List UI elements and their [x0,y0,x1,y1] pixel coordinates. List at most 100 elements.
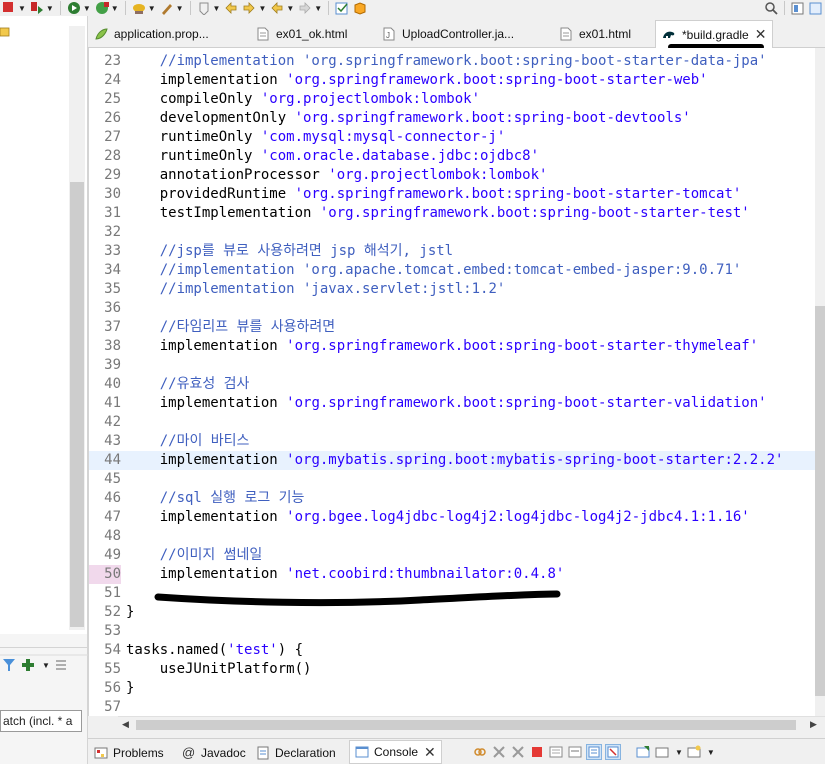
chevron-down-icon[interactable]: ▼ [42,661,50,670]
java-ee-button[interactable] [351,0,369,16]
chevron-down-icon[interactable]: ▼ [675,748,683,757]
code-line[interactable]: 50 implementation 'net.coobird:thumbnail… [89,565,825,584]
code-line[interactable]: 41 implementation 'org.springframework.b… [89,394,825,413]
run-button[interactable]: ▼ [65,0,93,16]
vertical-scrollbar[interactable] [69,26,85,630]
open-task-button[interactable] [333,0,351,16]
tab-declaration[interactable]: Declaration [256,744,336,762]
code-line[interactable]: 37 //타임리프 뷰를 사용하려면 [89,318,825,337]
code-line[interactable]: 24 implementation 'org.springframework.b… [89,71,825,90]
close-icon[interactable]: ✕ [424,744,436,761]
code-string: 'com.oracle.database.jdbc:ojdbc8' [260,148,540,164]
code-line[interactable]: 26 developmentOnly 'org.springframework.… [89,109,825,128]
stop-button[interactable]: ▼ [0,0,28,16]
clear-console-icon[interactable] [548,744,564,760]
java-perspective-button[interactable] [807,0,825,16]
code-line[interactable]: 31 testImplementation 'org.springframewo… [89,204,825,223]
scroll-lock-icon[interactable] [567,744,583,760]
code-line[interactable]: 30 providedRuntime 'org.springframework.… [89,185,825,204]
code-line[interactable]: 39 [89,356,825,375]
display-console-icon[interactable] [635,744,651,760]
chevron-down-icon[interactable]: ▼ [707,748,715,757]
code-editor[interactable]: 23 //implementation 'org.springframework… [88,48,825,716]
scroll-right-icon[interactable]: ▶ [810,719,817,730]
code-line[interactable]: 48 [89,527,825,546]
code-line[interactable]: 34 //implementation 'org.apache.tomcat.e… [89,261,825,280]
code-line[interactable]: 42 [89,413,825,432]
code-line[interactable]: 28 runtimeOnly 'com.oracle.database.jdbc… [89,147,825,166]
code-line[interactable]: 38 implementation 'org.springframework.b… [89,337,825,356]
view-menu-icon[interactable] [54,658,68,672]
tab-ex01-ok-html[interactable]: ex01_ok.html [256,23,347,45]
code-line[interactable]: 57 [89,698,825,716]
code-line[interactable]: 49 //이미지 썸네일 [89,546,825,565]
code-line[interactable]: 27 runtimeOnly 'com.mysql:mysql-connecto… [89,128,825,147]
code-line[interactable]: 51 [89,584,825,603]
tab-javadoc[interactable]: @ Javadoc [182,744,246,762]
code-line[interactable]: 35 //implementation 'javax.servlet:jstl:… [89,280,825,299]
filter-icon[interactable] [2,658,16,672]
open-console-icon[interactable] [686,744,702,760]
code-line[interactable]: 53 [89,622,825,641]
previous-annotation-button[interactable] [222,0,240,16]
search-file-button[interactable]: ▼ [130,0,158,16]
chevron-down-icon[interactable]: ▼ [213,4,221,13]
chevron-down-icon[interactable]: ▼ [83,4,91,13]
tab-console[interactable]: Console ✕ [349,740,442,764]
chevron-down-icon[interactable]: ▼ [176,4,184,13]
code-line[interactable]: 52} [89,603,825,622]
scrollbar-thumb[interactable] [136,720,796,730]
open-perspective-button[interactable] [789,0,807,16]
next-annotation-button[interactable]: ▼ [195,0,223,16]
chevron-down-icon[interactable]: ▼ [148,4,156,13]
chevron-down-icon[interactable]: ▼ [111,4,119,13]
close-icon[interactable]: ✕ [755,26,767,43]
code-line[interactable]: 29 annotationProcessor 'org.projectlombo… [89,166,825,185]
last-edit-button[interactable]: ▼ [296,0,324,16]
navigate-forward-button[interactable]: ▼ [268,0,296,16]
chevron-down-icon[interactable]: ▼ [18,4,26,13]
code-line[interactable]: 55 useJUnitPlatform() [89,660,825,679]
filter-input[interactable]: atch (incl. * a [0,710,82,732]
tab-upload-controller[interactable]: J UploadController.ja... [382,23,514,45]
code-line[interactable]: 47 implementation 'org.bgee.log4jdbc-log… [89,508,825,527]
code-line[interactable]: 44 implementation 'org.mybatis.spring.bo… [89,451,825,470]
code-line[interactable]: 23 //implementation 'org.springframework… [89,52,825,71]
editor-horizontal-scrollbar[interactable]: ◀ ▶ [118,716,825,732]
add-icon[interactable] [20,658,36,672]
perspective-button[interactable]: ▼ [158,0,186,16]
remove-all-icon[interactable] [491,744,507,760]
scrollbar-thumb[interactable] [815,306,825,696]
scroll-left-icon[interactable]: ◀ [122,719,129,730]
navigate-back-button[interactable]: ▼ [240,0,268,16]
external-tools-button[interactable]: ▼ [93,0,121,16]
code-line[interactable]: 32 [89,223,825,242]
package-explorer-tree[interactable] [0,16,88,634]
scrollbar-thumb[interactable] [70,182,84,627]
code-line[interactable]: 33 //jsp를 뷰로 사용하려면 jsp 해석기, jstl [89,242,825,261]
pin-console-icon[interactable] [605,744,621,760]
link-icon[interactable] [472,744,488,760]
chevron-down-icon[interactable]: ▼ [286,4,294,13]
editor-vertical-scrollbar[interactable] [815,48,825,716]
remove-launch-icon[interactable] [510,744,526,760]
code-line[interactable]: 40 //유효성 검사 [89,375,825,394]
code-line[interactable]: 54 tasks.named('test') { [89,641,825,660]
code-line[interactable]: 36 [89,299,825,318]
code-line[interactable]: 43 //마이 바티스 [89,432,825,451]
terminate-icon[interactable] [529,744,545,760]
code-line[interactable]: 46 //sql 실행 로그 기능 [89,489,825,508]
console-menu-icon[interactable] [654,744,670,760]
code-line[interactable]: 45 [89,470,825,489]
search-button[interactable] [762,0,780,16]
tab-problems[interactable]: Problems [94,744,164,762]
chevron-down-icon[interactable]: ▼ [314,4,322,13]
tab-application-properties[interactable]: application.prop... [94,23,209,45]
chevron-down-icon[interactable]: ▼ [46,4,54,13]
chevron-down-icon[interactable]: ▼ [258,4,266,13]
debug-button[interactable]: ▼ [28,0,56,16]
code-line[interactable]: 25 compileOnly 'org.projectlombok:lombok… [89,90,825,109]
tab-ex01-html[interactable]: ex01.html [559,23,631,45]
word-wrap-icon[interactable] [586,744,602,760]
code-line[interactable]: 56} [89,679,825,698]
